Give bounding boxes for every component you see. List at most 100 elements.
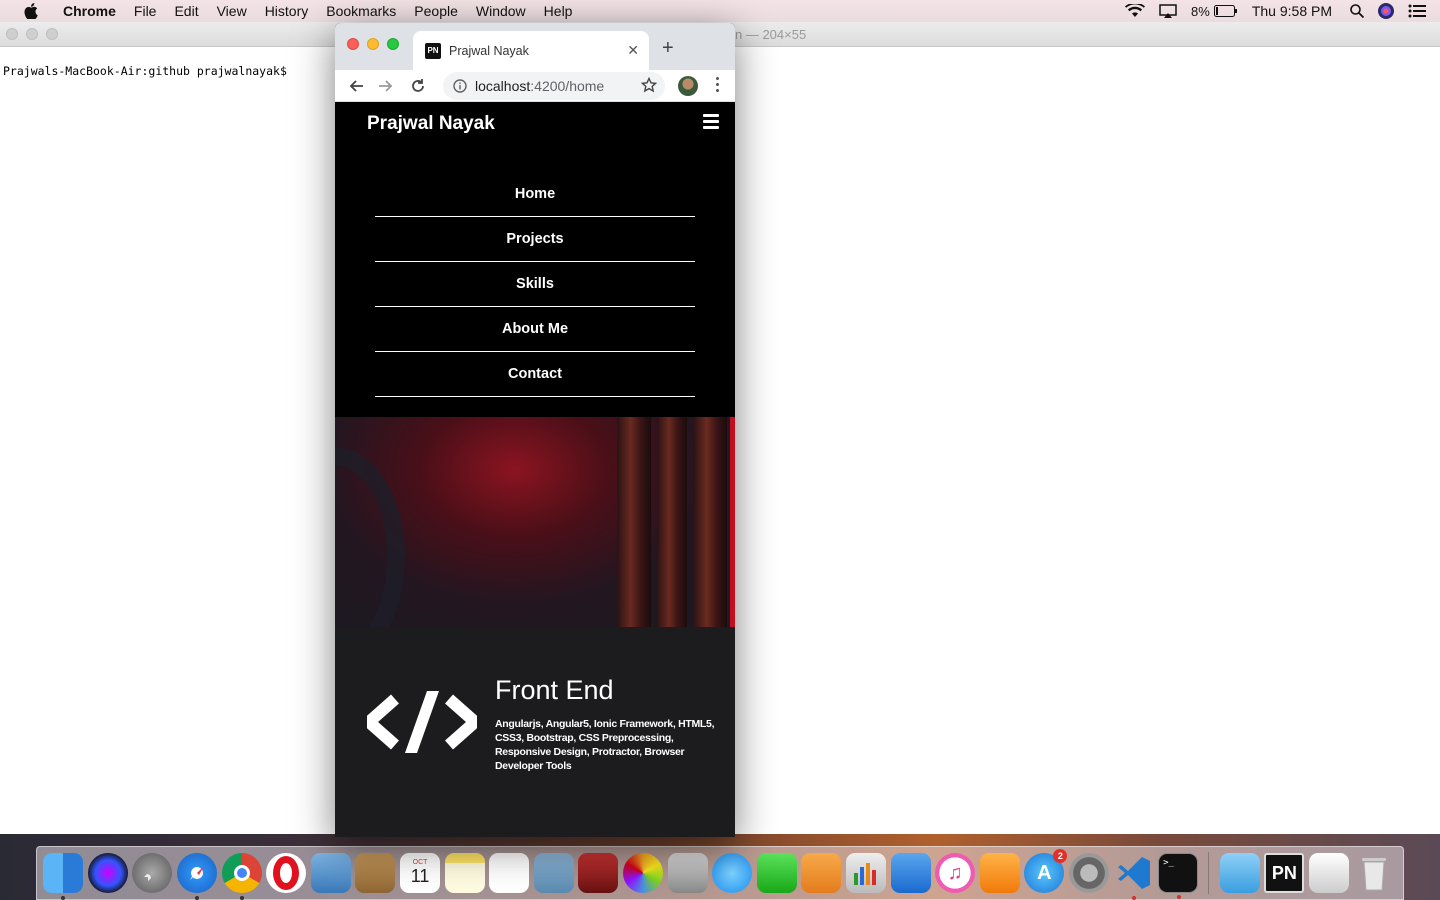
tab-title: Prajwal Nayak [449, 43, 529, 58]
site-nav-menu: Home Projects Skills About Me Contact [375, 172, 695, 397]
terminal-zoom-button[interactable] [46, 28, 58, 40]
messages-icon[interactable] [712, 853, 753, 893]
nav-contact[interactable]: Contact [375, 352, 695, 397]
reload-button[interactable] [404, 72, 432, 100]
ibooks-icon[interactable] [979, 853, 1020, 893]
system-preferences-icon[interactable] [1068, 853, 1109, 893]
wifi-icon[interactable] [1125, 4, 1146, 18]
terminal-minimize-button[interactable] [26, 28, 38, 40]
chrome-close-button[interactable] [347, 38, 359, 50]
chrome-icon[interactable] [221, 853, 262, 900]
new-tab-button[interactable]: + [662, 37, 674, 60]
menu-edit[interactable]: Edit [165, 3, 207, 19]
site-info-icon[interactable] [453, 79, 467, 93]
web-page: Prajwal Nayak Home Projects Skills About… [335, 102, 735, 837]
menu-view[interactable]: View [208, 3, 256, 19]
nav-about-me[interactable]: About Me [375, 307, 695, 352]
calendar-icon[interactable]: OCT 11 [400, 853, 441, 893]
macos-menubar: Chrome File Edit View History Bookmarks … [0, 0, 1440, 22]
pages-icon[interactable] [801, 853, 842, 893]
finder-icon[interactable] [43, 853, 84, 900]
menu-file[interactable]: File [125, 3, 166, 19]
photos-icon[interactable] [623, 853, 664, 893]
chrome-minimize-button[interactable] [367, 38, 379, 50]
browser-tab[interactable]: PN Prajwal Nayak ✕ [413, 31, 649, 70]
menu-bookmarks[interactable]: Bookmarks [317, 3, 405, 19]
terminal-title: n — 204×55 [735, 27, 807, 42]
apple-menu-icon[interactable] [20, 3, 42, 19]
notification-center-icon[interactable] [1408, 4, 1426, 18]
safari-icon[interactable] [177, 853, 218, 900]
battery-percent: 8% [1191, 3, 1210, 19]
hero-image [335, 417, 735, 627]
running-indicator [1177, 895, 1182, 899]
app-store-badge: 2 [1053, 849, 1068, 863]
forward-button[interactable] [372, 72, 400, 100]
chrome-zoom-button[interactable] [387, 38, 399, 50]
siri-dock-icon[interactable] [87, 853, 128, 893]
siri-icon[interactable] [1378, 3, 1394, 19]
battery-icon[interactable] [1213, 5, 1238, 17]
url-path: :4200/home [530, 78, 605, 94]
photo-booth-icon[interactable] [533, 853, 574, 893]
opera-icon[interactable] [266, 853, 307, 893]
calendar-month: OCT [412, 859, 428, 866]
nav-home[interactable]: Home [375, 172, 695, 217]
back-button[interactable] [342, 72, 370, 100]
terminal-icon[interactable]: >_ [1158, 853, 1199, 899]
url-host: localhost [475, 78, 531, 94]
nav-skills[interactable]: Skills [375, 262, 695, 307]
address-bar[interactable]: localhost:4200/home [443, 72, 665, 100]
running-indicator [1131, 896, 1136, 900]
browser-toolbar: localhost:4200/home [335, 70, 735, 102]
applications-folder-icon[interactable] [1219, 853, 1260, 893]
dock: OCT 11 ♫ A 2 >_ PN [36, 846, 1404, 900]
itunes-icon[interactable]: ♫ [935, 853, 976, 893]
contacts-icon[interactable] [355, 853, 396, 893]
calendar-day: 11 [410, 866, 430, 886]
keynote-icon[interactable] [890, 853, 931, 893]
reminders-icon[interactable] [489, 853, 530, 893]
menu-people[interactable]: People [405, 3, 467, 19]
notes-icon[interactable] [444, 853, 485, 893]
tab-strip: PN Prajwal Nayak ✕ + [335, 23, 735, 70]
site-navbar: Prajwal Nayak Home Projects Skills About… [335, 102, 735, 417]
trash-icon[interactable] [1354, 853, 1394, 893]
app-store-icon[interactable]: A 2 [1024, 849, 1068, 893]
pn-app-label: PN [1271, 862, 1297, 883]
menubar-clock[interactable]: Thu 9:58 PM [1252, 3, 1332, 19]
site-brand[interactable]: Prajwal Nayak [367, 113, 495, 135]
code-icon [367, 691, 477, 753]
downloads-stack-icon[interactable] [1308, 853, 1349, 893]
nav-projects[interactable]: Projects [375, 217, 695, 262]
menu-help[interactable]: Help [535, 3, 582, 19]
running-indicator [195, 896, 200, 900]
launchpad-icon[interactable] [132, 853, 173, 893]
facetime-icon[interactable] [756, 853, 797, 893]
dock-separator [1208, 852, 1210, 894]
skill-description: Angularjs, Angular5, Ionic Framework, HT… [495, 718, 715, 772]
terminal-close-button[interactable] [6, 28, 18, 40]
hamburger-menu-icon[interactable] [703, 114, 719, 129]
pn-app-icon[interactable]: PN [1264, 853, 1305, 893]
tab-close-icon[interactable]: ✕ [627, 42, 639, 59]
numbers-icon[interactable] [845, 853, 886, 893]
vscode-icon[interactable] [1114, 853, 1154, 900]
chrome-window: PN Prajwal Nayak ✕ + localhost:4200/home [335, 23, 735, 837]
skill-section-front-end: Front End Angularjs, Angular5, Ionic Fra… [335, 627, 735, 837]
preview-icon[interactable] [310, 853, 351, 893]
image-capture-icon[interactable] [667, 853, 708, 893]
menu-history[interactable]: History [256, 3, 318, 19]
airplay-icon[interactable] [1159, 4, 1177, 18]
profile-avatar[interactable] [678, 76, 698, 96]
chrome-menu-icon[interactable] [716, 77, 719, 92]
running-indicator [61, 896, 66, 900]
running-indicator [239, 896, 244, 900]
site-favicon: PN [425, 42, 441, 59]
spotlight-search-icon[interactable] [1350, 4, 1364, 18]
menu-window[interactable]: Window [467, 3, 535, 19]
bookmark-star-icon[interactable] [640, 76, 658, 96]
photo-slideshow-icon[interactable] [578, 853, 619, 893]
skill-title: Front End [495, 675, 614, 705]
menu-app-name[interactable]: Chrome [54, 3, 125, 19]
